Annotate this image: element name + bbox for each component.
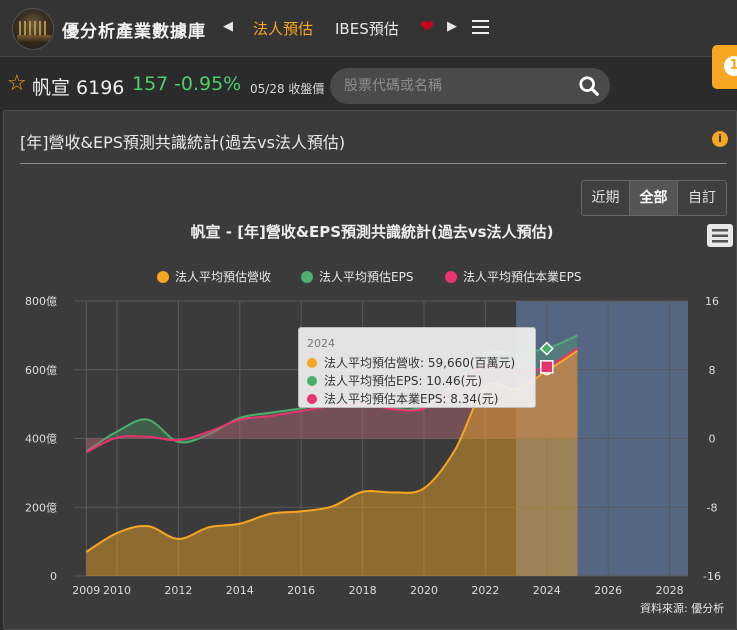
y-left-tick-label: 600億 (25, 364, 57, 377)
x-tick-label: 2014 (226, 584, 254, 597)
tooltip-row-core-eps: 法人平均預估本業EPS: 8.34(元) (307, 390, 498, 407)
legend-marker-eps (301, 271, 313, 283)
x-tick-label: 2012 (164, 584, 192, 597)
chart-menu-icon[interactable] (707, 224, 733, 247)
tooltip-text: 法人平均預估營收: 59,660(百萬元) (324, 356, 516, 370)
marker-core-eps-2024 (540, 360, 554, 374)
y-right-tick-label: 0 (709, 433, 716, 446)
eps-dot-icon (307, 375, 317, 386)
legend-marker-core_eps (445, 271, 457, 283)
y-left-tick-label: 800億 (25, 295, 57, 308)
revenue-dot-icon (307, 357, 317, 368)
legend-label-revenue: 法人平均預估營收 (175, 270, 271, 284)
y-right-tick-label: 16 (705, 295, 719, 308)
legend-marker-revenue (157, 271, 169, 283)
chart-tooltip: 2024 法人平均預估營收: 59,660(百萬元) 法人平均預估EPS: 10… (298, 327, 536, 408)
tooltip-text: 法人平均預估EPS: 10.46(元) (324, 374, 483, 388)
x-tick-label: 2009 (72, 584, 100, 597)
x-tick-label: 2010 (103, 584, 131, 597)
legend-label-eps: 法人平均預估EPS (319, 270, 413, 284)
y-right-tick-label: 8 (709, 364, 716, 377)
y-right-tick-label: -16 (703, 570, 721, 583)
chart-legend: 法人平均預估營收 法人平均預估EPS 法人平均預估本業EPS (157, 270, 581, 284)
tooltip-row-eps: 法人平均預估EPS: 10.46(元) (307, 372, 482, 389)
x-tick-label: 2026 (594, 584, 622, 597)
core-eps-dot-icon (307, 393, 317, 404)
tooltip-text: 法人平均預估本業EPS: 8.34(元) (324, 392, 499, 406)
x-tick-label: 2016 (287, 584, 315, 597)
y-left-tick-label: 0 (50, 570, 57, 583)
tooltip-row-revenue: 法人平均預估營收: 59,660(百萬元) (307, 354, 515, 371)
data-source: 資料來源: 優分析 (640, 602, 725, 615)
x-tick-label: 2028 (656, 584, 684, 597)
y-right-tick-label: -8 (707, 501, 718, 514)
x-tick-label: 2022 (471, 584, 499, 597)
legend-label-core_eps: 法人平均預估本業EPS (463, 270, 581, 284)
chart-title: 帆宣 - [年]營收&EPS預測共識統計(過去vs法人預估) (191, 223, 554, 241)
x-tick-label: 2018 (349, 584, 377, 597)
tooltip-year: 2024 (307, 337, 335, 350)
x-tick-label: 2024 (533, 584, 561, 597)
forecast-chart: 帆宣 - [年]營收&EPS預測共識統計(過去vs法人預估) 法人平均預估營收法… (25, 223, 733, 597)
y-left-tick-label: 200億 (25, 501, 57, 514)
x-tick-label: 2020 (410, 584, 438, 597)
y-left-tick-label: 400億 (25, 433, 57, 446)
